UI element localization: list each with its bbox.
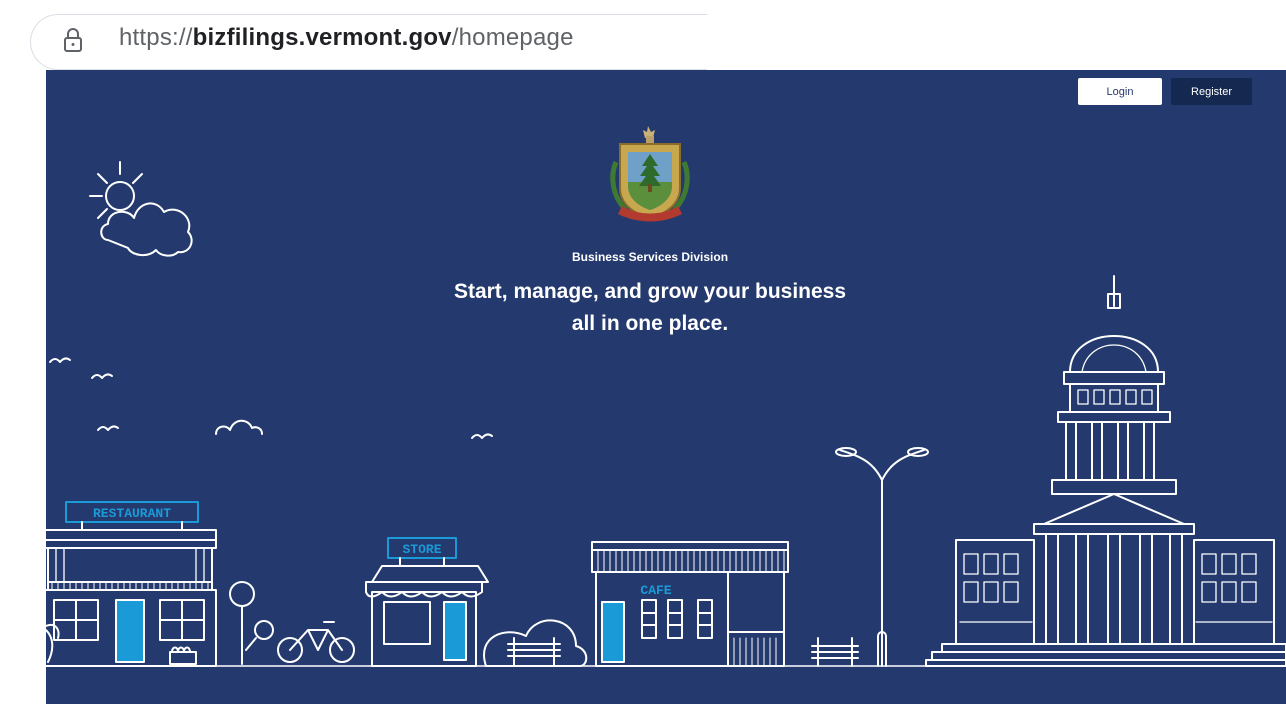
plant-icon: [46, 624, 60, 663]
hero-banner: Login Register Business Services Divisio…: [46, 70, 1286, 704]
cafe-sign: CAFE: [640, 583, 671, 598]
tree-icon: [229, 581, 274, 665]
browser-address-bar: https://bizfilings.vermont.gov/homepage: [0, 0, 1286, 70]
street-lamp-icon: [835, 447, 929, 667]
url-path: /homepage: [451, 24, 574, 51]
sun-cloud-icon: [89, 161, 193, 257]
bicycle-icon: [277, 621, 355, 663]
restaurant-sign: RESTAURANT: [93, 506, 171, 521]
restaurant-building: [46, 501, 217, 667]
bench-icon-2: [811, 637, 859, 667]
cafe-building: [591, 541, 789, 667]
lock-icon[interactable]: [60, 27, 86, 53]
small-cloud-icon: [215, 419, 263, 435]
url-domain: bizfilings.vermont.gov: [192, 24, 452, 51]
birds-icon: [49, 357, 493, 439]
bench-icon: [507, 637, 561, 667]
store-building: [365, 537, 489, 667]
store-sign: STORE: [402, 542, 441, 557]
url-prefix: https://: [119, 24, 193, 51]
capitol-building: [925, 275, 1286, 667]
url-text[interactable]: https://bizfilings.vermont.gov/homepage: [119, 24, 574, 52]
city-illustration: RESTAURANT STORE CAFE: [46, 161, 1286, 667]
